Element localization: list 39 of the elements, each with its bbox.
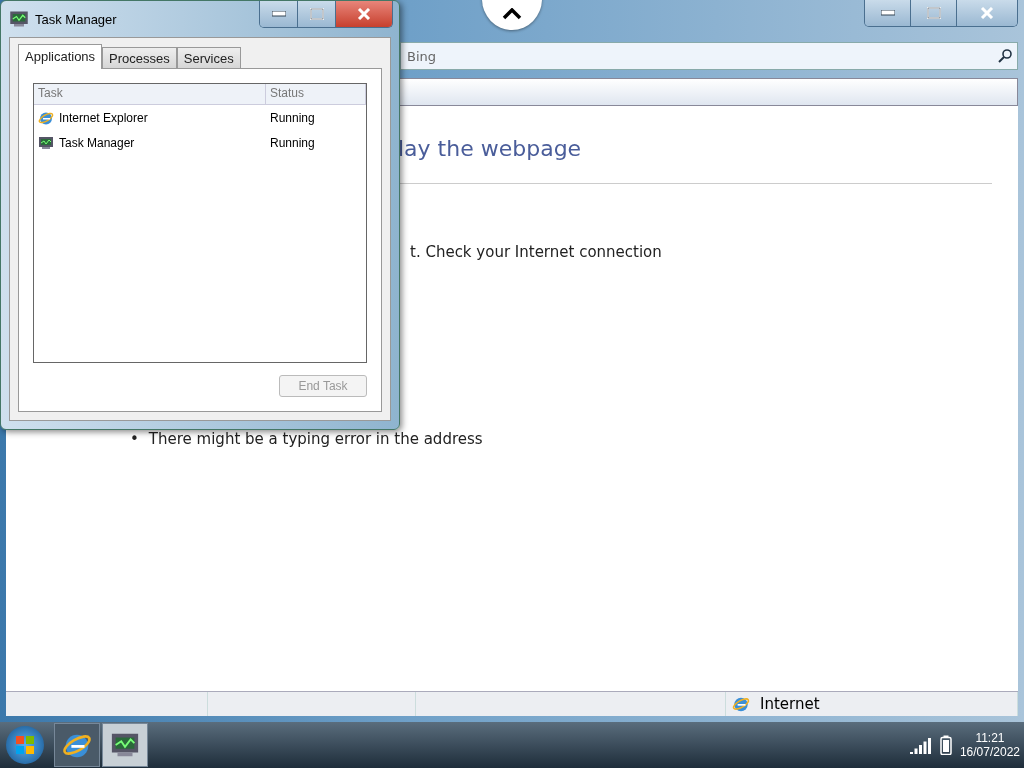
chevron-up-icon — [502, 8, 522, 20]
status-cell-text: Running — [269, 110, 316, 125]
tab[interactable]: Services — [176, 47, 241, 68]
taskbar-app[interactable] — [54, 723, 100, 767]
minimize-button[interactable] — [865, 0, 911, 26]
minimize-button[interactable] — [260, 1, 298, 27]
error-message: t. Check your Internet connection — [410, 243, 662, 261]
minimize-icon — [880, 10, 895, 16]
signal-icon — [909, 736, 932, 754]
zone-label: Internet — [760, 695, 820, 713]
maximize-button[interactable] — [298, 1, 336, 27]
maximize-icon — [926, 7, 941, 19]
error-heading: lay the webpage — [398, 136, 582, 161]
maximize-icon — [309, 8, 324, 20]
search-icon — [998, 49, 1012, 63]
minimize-icon — [271, 11, 286, 17]
maximize-button[interactable] — [911, 0, 957, 26]
tab[interactable]: Processes — [102, 47, 177, 68]
task-name[interactable]: Internet Explorer — [59, 110, 148, 125]
taskbar-app[interactable] — [102, 723, 148, 767]
bullet-marker: • — [130, 429, 139, 449]
bullet-item: There might be a typing error in the address — [148, 429, 483, 449]
close-icon — [357, 8, 371, 20]
close-icon — [980, 7, 994, 19]
monitor-icon — [9, 9, 29, 29]
search-field[interactable]: Bing — [400, 42, 1018, 70]
column-header[interactable]: Status — [266, 84, 366, 104]
clock-date: 16/07/2022 — [959, 745, 1020, 759]
window-title: Task Manager — [35, 11, 117, 27]
tab[interactable]: Applications — [18, 44, 103, 69]
clock-time: 11:21 — [975, 731, 1005, 745]
status-cell-text: Running — [269, 135, 316, 150]
windows-logo-icon — [15, 735, 35, 755]
start-button[interactable] — [6, 726, 44, 764]
close-button[interactable] — [336, 1, 392, 27]
column-header[interactable]: Task — [34, 84, 266, 104]
battery-icon — [939, 735, 952, 755]
task-name[interactable]: Task Manager — [59, 135, 135, 150]
monitor-icon — [38, 134, 54, 151]
